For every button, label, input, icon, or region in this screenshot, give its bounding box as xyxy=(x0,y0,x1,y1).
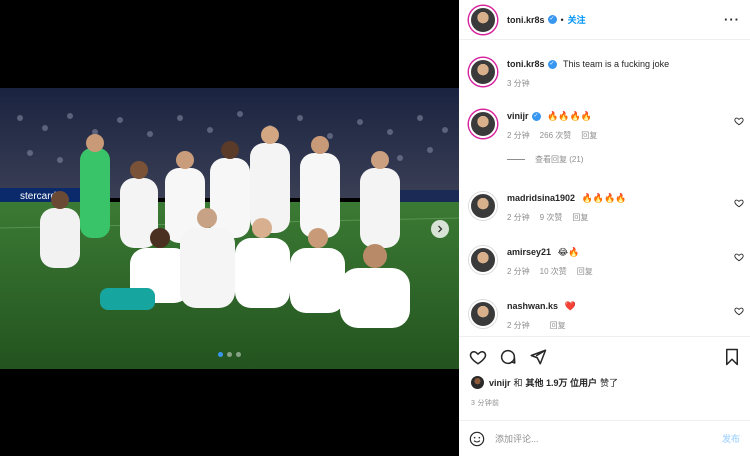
post-photo[interactable]: stercard xyxy=(0,88,459,369)
carousel-indicator xyxy=(0,352,459,357)
comment-text: 😂🔥 xyxy=(557,247,580,257)
caption-time[interactable]: 3 分钟 xyxy=(507,78,530,90)
caption-text: This team is a fucking joke xyxy=(563,59,670,69)
verified-badge-icon: ✓ xyxy=(531,112,541,122)
comment-username[interactable]: amirsey21 xyxy=(507,247,551,257)
carousel-dot xyxy=(218,352,223,357)
comment-item: nashwan.ks ❤️ 2 分钟 回复 xyxy=(469,300,744,332)
commenter-avatar[interactable] xyxy=(469,246,497,274)
team-photo: stercard xyxy=(0,88,459,369)
verified-badge-icon: ✓ xyxy=(547,60,557,70)
post-sidebar: toni.kr8s ✓ • 关注 ··· toni.kr8s ✓ This tea… xyxy=(459,0,750,456)
reply-button[interactable]: 回复 xyxy=(581,130,597,142)
comment-item: amirsey21 😂🔥 2 分钟 10 次赞 回复 xyxy=(469,246,744,278)
author-avatar[interactable] xyxy=(469,58,497,86)
reply-button[interactable]: 回复 xyxy=(550,320,566,332)
media-panel: stercard xyxy=(0,0,459,456)
bookmark-icon[interactable] xyxy=(724,348,740,366)
comment-username[interactable]: madridsina1902 xyxy=(507,193,575,203)
post-timestamp[interactable]: 3 分钟前 xyxy=(471,398,499,408)
author-username[interactable]: toni.kr8s xyxy=(507,15,545,25)
add-comment-bar: 发布 xyxy=(459,420,750,456)
comment-text: ❤️ xyxy=(564,301,576,311)
comment-username[interactable]: vinijr xyxy=(507,111,529,121)
comment-username[interactable]: nashwan.ks xyxy=(507,301,558,311)
post-header: toni.kr8s ✓ • 关注 ··· xyxy=(459,0,750,40)
comments-list: toni.kr8s ✓ This team is a fucking joke 3… xyxy=(459,41,750,335)
like-comment-heart-icon[interactable] xyxy=(734,116,744,126)
likes-and: 和 xyxy=(513,378,523,388)
follow-button[interactable]: 关注 xyxy=(568,13,586,26)
carousel-dot xyxy=(227,352,232,357)
separator-dot: • xyxy=(560,14,564,25)
replies-line xyxy=(507,159,525,160)
post-actions xyxy=(459,336,750,376)
commenter-avatar[interactable] xyxy=(469,300,497,328)
post-comment-button[interactable]: 发布 xyxy=(722,432,740,445)
caption: toni.kr8s ✓ This team is a fucking joke 3… xyxy=(469,58,744,90)
comment-item: madridsina1902 🔥🔥🔥🔥 2 分钟 9 次赞 回复 xyxy=(469,192,744,224)
comment-likes[interactable]: 9 次赞 xyxy=(540,212,563,224)
author-avatar[interactable] xyxy=(469,5,497,34)
comment-likes[interactable]: 266 次赞 xyxy=(540,130,572,142)
comment-text: 🔥🔥🔥🔥 xyxy=(581,193,627,203)
comment-time[interactable]: 2 分钟 xyxy=(507,212,530,224)
ad-banner-text: stercard xyxy=(20,191,56,202)
comment-likes[interactable]: 10 次赞 xyxy=(540,266,567,278)
comment-bubble-icon[interactable] xyxy=(499,348,517,366)
likes-others-link[interactable]: 其他 1.9万 位用户 xyxy=(526,376,598,389)
like-heart-icon[interactable] xyxy=(469,348,487,366)
liker-avatar[interactable] xyxy=(471,376,484,389)
commenter-avatar[interactable] xyxy=(469,192,497,220)
view-replies-label: 查看回复 (21) xyxy=(535,155,584,164)
comment-time[interactable]: 2 分钟 xyxy=(507,320,530,332)
likes-summary: vinijr 和 其他 1.9万 位用户 赞了 xyxy=(471,376,618,389)
like-comment-heart-icon[interactable] xyxy=(734,306,744,316)
caption-username[interactable]: toni.kr8s xyxy=(507,59,545,69)
chevron-right-icon xyxy=(438,225,443,233)
commenter-avatar[interactable] xyxy=(469,110,497,138)
reply-button[interactable]: 回复 xyxy=(572,212,588,224)
carousel-dot xyxy=(236,352,241,357)
verified-badge-icon: ✓ xyxy=(547,15,557,24)
more-options-button[interactable]: ··· xyxy=(724,12,740,27)
comment-input[interactable] xyxy=(495,433,722,444)
like-comment-heart-icon[interactable] xyxy=(734,198,744,208)
comment-item: vinijr ✓ 🔥🔥🔥🔥 2 分钟 266 次赞 回复 查看回复 (21) xyxy=(469,110,744,165)
liker-username[interactable]: vinijr xyxy=(489,378,511,388)
like-comment-heart-icon[interactable] xyxy=(734,252,744,262)
comment-text: 🔥🔥🔥🔥 xyxy=(547,111,592,121)
comment-time[interactable]: 2 分钟 xyxy=(507,266,530,278)
view-replies-button[interactable]: 查看回复 (21) xyxy=(507,154,744,165)
share-send-icon[interactable] xyxy=(529,348,547,366)
next-photo-button[interactable] xyxy=(431,220,449,238)
reply-button[interactable]: 回复 xyxy=(577,266,593,278)
emoji-icon[interactable] xyxy=(469,431,485,447)
likes-suffix: 赞了 xyxy=(600,378,619,388)
comment-time[interactable]: 2 分钟 xyxy=(507,130,530,142)
